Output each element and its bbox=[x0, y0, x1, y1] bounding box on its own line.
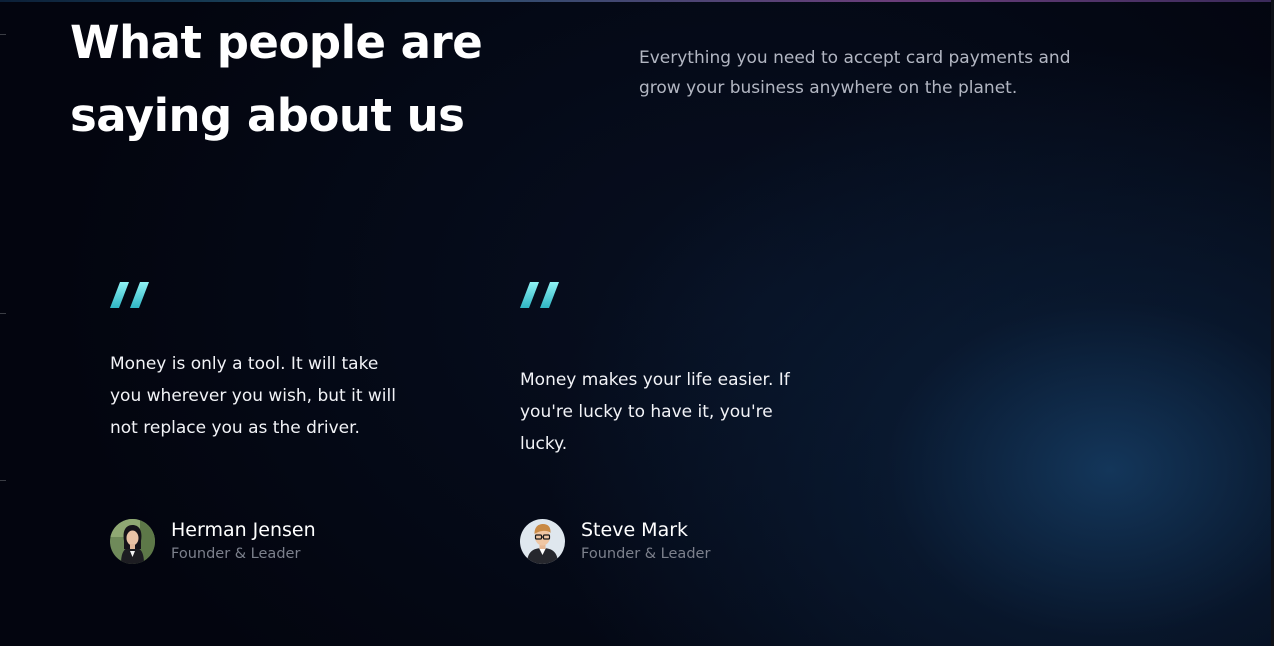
left-edge-divider bbox=[0, 313, 6, 314]
section-heading: What people are saying about us bbox=[70, 16, 483, 142]
testimonial-quote: Money makes your life easier. If you're … bbox=[520, 370, 790, 454]
testimonial-author: Herman Jensen Founder & Leader bbox=[110, 517, 316, 565]
left-edge-divider bbox=[0, 480, 6, 481]
avatar-icon bbox=[110, 518, 155, 564]
author-name: Herman Jensen bbox=[171, 519, 316, 541]
author-name: Steve Mark bbox=[581, 519, 689, 541]
testimonials-section: What people are saying about us Everythi… bbox=[0, 0, 1274, 646]
quote-icon bbox=[520, 282, 559, 308]
testimonial-quote: Money is only a tool. It will take you w… bbox=[110, 354, 396, 438]
top-accent-line bbox=[0, 0, 1274, 2]
section-intro: Everything you need to accept card payme… bbox=[639, 48, 1071, 98]
avatar-icon bbox=[520, 518, 565, 564]
author-role: Founder & Leader bbox=[581, 546, 711, 562]
left-edge-divider bbox=[0, 34, 6, 35]
testimonial-author: Steve Mark Founder & Leader bbox=[520, 517, 710, 565]
quote-icon bbox=[110, 282, 149, 308]
author-role: Founder & Leader bbox=[171, 546, 301, 562]
